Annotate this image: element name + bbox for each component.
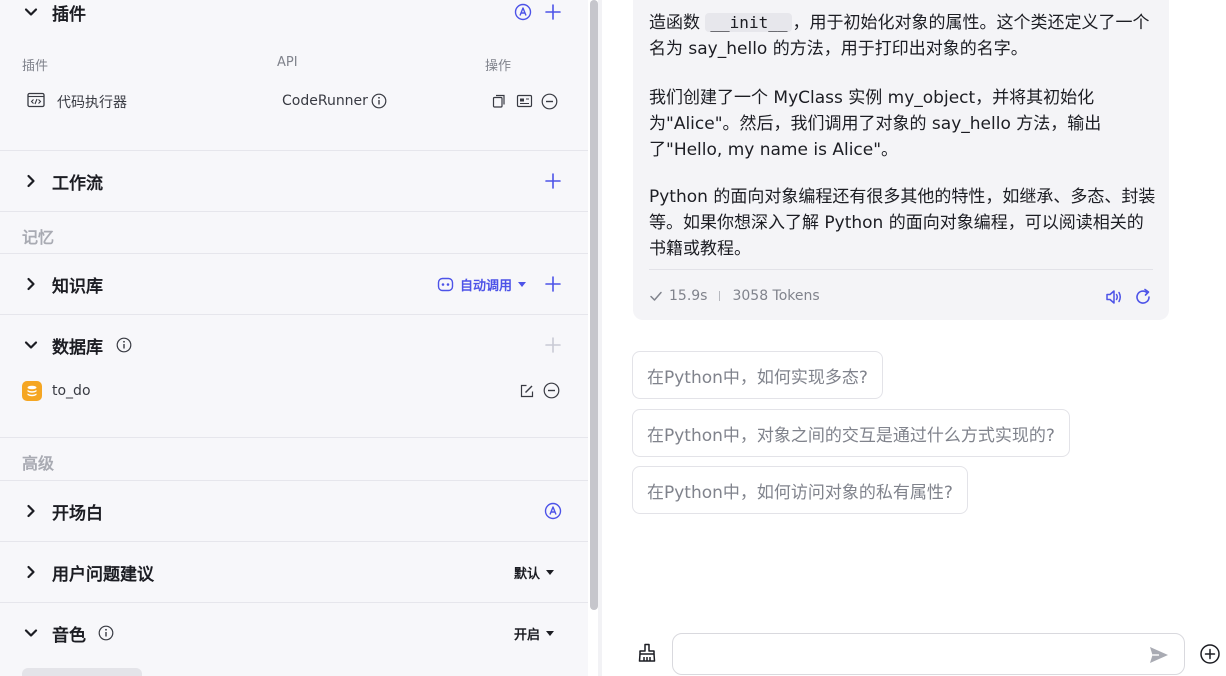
chevron-right-icon[interactable]	[22, 502, 40, 520]
voice-chip[interactable]	[22, 668, 142, 676]
add-knowledge-button[interactable]	[544, 275, 562, 293]
add-workflow-button[interactable]	[544, 172, 562, 190]
suggested-question-1[interactable]: 在Python中，如何实现多态?	[632, 351, 883, 399]
caret-down-icon	[518, 281, 526, 287]
info-icon[interactable]	[116, 337, 132, 353]
voice-title: 音色	[52, 625, 86, 646]
remove-plugin-icon[interactable]	[541, 93, 558, 110]
plugins-section: 插件 插件 API 操作 代码执行器 CodeRunner	[0, 0, 588, 151]
response-time: 15.9s	[669, 288, 708, 304]
opening-title: 开场白	[52, 503, 103, 524]
copy-icon[interactable]	[491, 93, 507, 109]
message-input[interactable]	[672, 633, 1185, 675]
database-title: 数据库	[52, 337, 103, 358]
workflow-header[interactable]: 工作流	[0, 166, 588, 196]
inline-code: __init__	[705, 13, 793, 32]
suggested-question-2[interactable]: 在Python中，对象之间的交互是通过什么方式实现的?	[632, 409, 1070, 457]
workflow-title: 工作流	[52, 173, 103, 194]
check-icon	[649, 289, 663, 303]
bot-config-panel: 插件 插件 API 操作 代码执行器 CodeRunner 工作流 记忆 知识库…	[0, 0, 588, 676]
knowledge-section: 知识库 自动调用	[0, 254, 588, 315]
voice-section: 音色 开启	[0, 603, 588, 676]
message-meta: 15.9s 3058 Tokens	[649, 286, 820, 306]
chevron-right-icon[interactable]	[22, 275, 40, 293]
knowledge-header[interactable]: 知识库 自动调用	[0, 269, 588, 299]
regenerate-icon[interactable]	[1133, 287, 1153, 307]
opening-header[interactable]: 开场白	[0, 496, 588, 526]
add-database-button	[544, 336, 562, 354]
token-count: 3058 Tokens	[732, 288, 820, 304]
chevron-down-icon[interactable]	[22, 336, 40, 354]
info-icon[interactable]	[371, 93, 387, 109]
database-header[interactable]: 数据库	[0, 330, 588, 360]
suggestions-mode-label: 默认	[513, 566, 540, 582]
database-section: 数据库 to_do	[0, 315, 588, 438]
speaker-icon[interactable]	[1104, 287, 1124, 307]
assistant-message: 造函数 __init__ ，用于初始化对象的属性。这个类还定义了一个名为 say_…	[633, 0, 1169, 320]
remove-database-icon[interactable]	[543, 382, 560, 399]
suggestions-mode-dropdown[interactable]: 默认	[514, 563, 554, 582]
clear-history-icon[interactable]	[636, 642, 658, 664]
voice-mode-dropdown[interactable]: 开启	[514, 624, 554, 643]
suggestions-section: 用户问题建议 默认	[0, 542, 588, 603]
message-divider	[649, 269, 1153, 270]
column-ops-label: 操作	[485, 59, 512, 74]
message-text: 造函数	[649, 13, 706, 33]
database-item-name: to_do	[52, 383, 91, 399]
memory-group-label: 记忆	[22, 228, 55, 247]
chevron-right-icon[interactable]	[22, 172, 40, 190]
chevron-down-icon[interactable]	[22, 624, 40, 642]
caret-down-icon	[546, 630, 554, 636]
message-paragraph-2: 我们创建了一个 MyClass 实例 my_object，并将其初始化为"Ali…	[649, 88, 1102, 160]
card-icon[interactable]	[516, 93, 533, 109]
plugin-name: 代码执行器	[57, 95, 127, 111]
voice-mode-label: 开启	[513, 627, 540, 643]
edit-icon[interactable]	[519, 383, 535, 399]
column-plugin-label: 插件	[22, 59, 49, 74]
chevron-down-icon[interactable]	[22, 3, 40, 21]
plugins-header[interactable]: 插件	[0, 0, 588, 27]
meta-separator	[719, 291, 721, 301]
left-panel-scrollbar[interactable]	[590, 0, 598, 610]
auto-call-dropdown[interactable]: 自动调用	[437, 275, 526, 294]
opening-section: 开场白	[0, 481, 588, 542]
database-icon	[22, 381, 42, 401]
plugins-title: 插件	[52, 4, 86, 25]
message-paragraph-3: Python 的面向对象编程还有很多其他的特性，如继承、多态、封装等。如果你想深…	[649, 187, 1156, 259]
chat-panel: 造函数 __init__ ，用于初始化对象的属性。这个类还定义了一个名为 say_…	[602, 0, 1226, 676]
suggestions-header[interactable]: 用户问题建议 默认	[0, 557, 588, 587]
chevron-right-icon[interactable]	[22, 563, 40, 581]
knowledge-title: 知识库	[52, 276, 103, 297]
voice-header[interactable]: 音色 开启	[0, 618, 588, 648]
auto-mode-icon[interactable]	[544, 502, 562, 520]
auto-call-label: 自动调用	[459, 278, 512, 294]
workflow-section: 工作流	[0, 151, 588, 212]
column-api-label: API	[277, 55, 298, 70]
advanced-group-label: 高级	[22, 454, 55, 473]
add-plugin-button[interactable]	[544, 3, 562, 21]
send-icon[interactable]	[1148, 644, 1170, 666]
caret-down-icon	[546, 569, 554, 575]
suggested-question-3[interactable]: 在Python中，如何访问对象的私有属性?	[632, 466, 968, 514]
plugin-api: CodeRunner	[282, 93, 368, 109]
message-paragraph-1: 造函数 __init__ ，用于初始化对象的属性。这个类还定义了一个名为 say_…	[649, 10, 1157, 62]
suggestions-title: 用户问题建议	[52, 564, 154, 585]
info-icon[interactable]	[98, 625, 114, 641]
add-attachment-icon[interactable]	[1199, 643, 1221, 665]
auto-mode-icon[interactable]	[514, 3, 532, 21]
code-icon	[27, 92, 45, 108]
robot-icon	[437, 276, 454, 293]
